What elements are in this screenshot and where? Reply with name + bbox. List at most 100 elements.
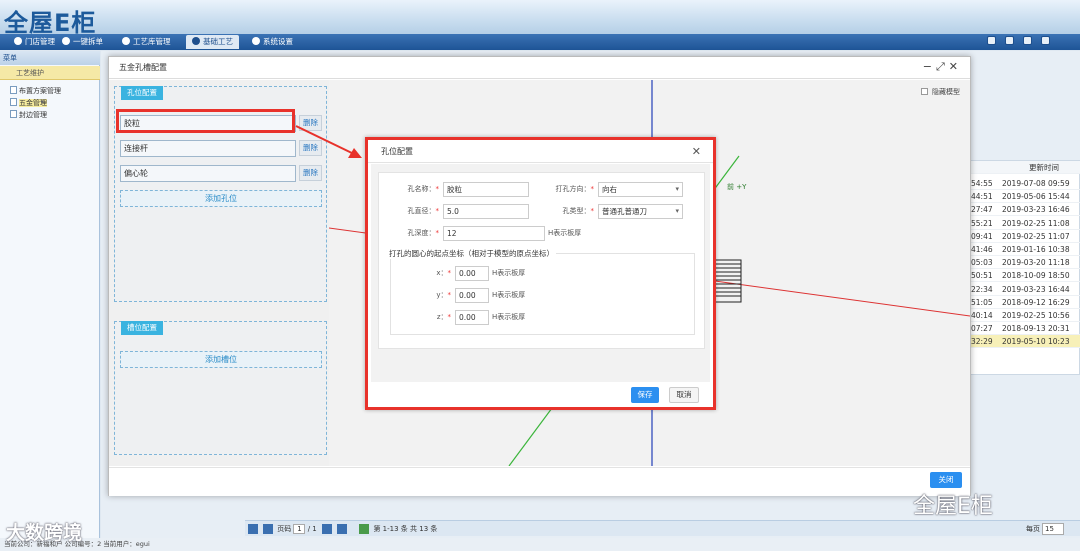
coordinate-group: x：* 0.00 H表示板厚 y：* 0.00 H表示板厚 z：* 0.00 H… <box>390 253 695 335</box>
per-page-select[interactable]: 15 <box>1042 523 1064 535</box>
table-header: 更新时间 <box>969 161 1080 175</box>
y-label: y：* <box>436 291 451 299</box>
lock-icon[interactable] <box>987 36 996 45</box>
sidebar-section[interactable]: 工艺维护 <box>0 66 100 80</box>
diameter-label: 孔直径：* <box>407 207 440 215</box>
dialog-title: 孔位配置 <box>368 140 713 163</box>
home-icon[interactable] <box>1005 36 1014 45</box>
hole-config-tab[interactable]: 孔位配置 <box>121 86 163 100</box>
table-row[interactable]: 22:34 2019-03-23 16:44 <box>969 283 1080 297</box>
table-row[interactable]: 32:29 2019-05-10 10:23 <box>969 335 1080 349</box>
main-nav: 门店管理 一键拆单 工艺库管理 基础工艺 系统设置 <box>0 34 1080 50</box>
table-row[interactable]: 41:46 2019-01-16 10:38 <box>969 243 1080 257</box>
nav-process-library[interactable]: 工艺库管理 <box>116 35 177 49</box>
page-icon <box>10 98 17 106</box>
hole-config-dialog: 孔位配置 ✕ 孔名称：* 胶粒 打孔方向：* 向右 孔直径：* 5.0 孔类型：… <box>365 137 716 410</box>
table-row[interactable]: 09:41 2019-02-25 11:07 <box>969 230 1080 244</box>
nav-basic-process[interactable]: 基础工艺 <box>186 35 239 49</box>
minimize-icon[interactable]: − <box>923 60 936 73</box>
y-hint: H表示板厚 <box>492 291 526 299</box>
x-hint: H表示板厚 <box>492 269 526 277</box>
status-bar: 当前公司：新福和户 公司编号：2 当前用户：egui <box>0 538 1080 551</box>
sidebar: 菜单 工艺维护 布置方案管理 五金管理 封边管理 <box>0 51 100 551</box>
settings-icon <box>252 37 260 45</box>
direction-select[interactable]: 向右 <box>598 182 683 197</box>
table-row[interactable]: 51:05 2018-09-12 16:29 <box>969 296 1080 310</box>
save-button[interactable]: 保存 <box>631 387 659 403</box>
watermark-left: 大数跨境 <box>6 522 83 544</box>
sidebar-item-layout[interactable]: 布置方案管理 <box>10 86 61 96</box>
dialog-title: 五金孔槽配置 <box>109 57 970 79</box>
table-row[interactable]: 54:55 2019-07-08 09:59 <box>969 177 1080 191</box>
table-row[interactable]: 05:03 2019-03-20 11:18 <box>969 256 1080 270</box>
first-page-icon[interactable] <box>248 524 258 534</box>
sidebar-item-hardware[interactable]: 五金管理 <box>10 98 47 108</box>
dialog-footer: 关闭 <box>109 467 970 496</box>
x-coordinate-input[interactable]: 0.00 <box>455 266 489 281</box>
page-icon <box>10 86 17 94</box>
nav-one-click-split[interactable]: 一键拆单 <box>56 35 109 49</box>
annotation-arrow <box>295 125 362 158</box>
pagination: 页码 1 / 1 第 1-13 条 共 13 条 每页 15 <box>245 520 1080 536</box>
table-row[interactable]: 27:47 2019-03-23 16:46 <box>969 203 1080 217</box>
coordinate-group-title: 打孔的圆心的起点坐标（相对于模型的原点坐标） <box>387 248 556 259</box>
checkbox-icon <box>921 88 928 95</box>
x-label: x：* <box>436 269 451 277</box>
header-tools <box>978 36 1050 48</box>
page-summary: 第 1-13 条 共 13 条 <box>373 525 438 533</box>
table-row[interactable]: 44:51 2019-05-06 15:44 <box>969 190 1080 204</box>
table-row[interactable]: 40:14 2019-02-25 10:56 <box>969 309 1080 323</box>
store-icon <box>14 37 22 45</box>
hole-item-eccentric[interactable]: 偏心轮 <box>120 165 296 182</box>
highlight-box <box>116 109 295 133</box>
prev-page-icon[interactable] <box>263 524 273 534</box>
slot-config-tab[interactable]: 槽位配置 <box>121 321 163 335</box>
dialog-footer: 保存 取消 <box>368 383 713 407</box>
delete-hole-button[interactable]: 删除 <box>299 165 322 181</box>
watermark-right: 全屋E柜 <box>913 494 993 519</box>
nav-store-management[interactable]: 门店管理 <box>8 35 61 49</box>
hole-diameter-input[interactable]: 5.0 <box>443 204 529 219</box>
hole-depth-input[interactable]: 12 <box>443 226 545 241</box>
nav-system-settings[interactable]: 系统设置 <box>246 35 299 49</box>
type-label: 孔类型：* <box>562 207 595 215</box>
next-page-icon[interactable] <box>321 524 332 534</box>
hole-form: 孔名称：* 胶粒 打孔方向：* 向右 孔直径：* 5.0 孔类型：* 普通孔普通… <box>378 172 705 349</box>
dialog-controls: −⤢✕ <box>923 60 962 74</box>
page-icon <box>10 110 17 118</box>
add-slot-button[interactable]: 添加槽位 <box>120 351 322 368</box>
table-row[interactable]: 55:21 2019-02-25 11:08 <box>969 217 1080 231</box>
table-row[interactable]: 07:27 2018-09-13 20:31 <box>969 322 1080 336</box>
close-button[interactable]: 关闭 <box>930 472 962 488</box>
hide-model-checkbox[interactable]: 隐藏模型 <box>921 87 960 97</box>
slot-config-panel: 槽位配置 添加槽位 <box>114 321 327 455</box>
z-coordinate-input[interactable]: 0.00 <box>455 310 489 325</box>
direction-label: 打孔方向：* <box>555 185 595 193</box>
cancel-button[interactable]: 取消 <box>669 387 699 403</box>
page-label: 页码 <box>277 525 292 533</box>
y-coordinate-input[interactable]: 0.00 <box>455 288 489 303</box>
last-page-icon[interactable] <box>336 524 347 534</box>
depth-label: 孔深度：* <box>407 229 440 237</box>
logout-icon[interactable] <box>1041 36 1050 45</box>
sidebar-item-edge[interactable]: 封边管理 <box>10 110 47 120</box>
page-input[interactable]: 1 <box>293 524 306 534</box>
total-pages: / 1 <box>307 525 317 533</box>
dialog-body: 孔名称：* 胶粒 打孔方向：* 向右 孔直径：* 5.0 孔类型：* 普通孔普通… <box>371 164 710 382</box>
z-label: z：* <box>436 313 451 321</box>
refresh-icon[interactable] <box>359 524 370 534</box>
gear-icon[interactable] <box>1023 36 1032 45</box>
wrench-icon <box>122 37 130 45</box>
add-hole-button[interactable]: 添加孔位 <box>120 190 322 207</box>
data-table: 更新时间 54:55 2019-07-08 09:59 44:51 2019-05-… <box>968 160 1080 375</box>
maximize-icon[interactable]: ⤢ <box>936 60 949 73</box>
app-header: 全屋E柜 <box>0 0 1080 37</box>
app-logo: 全屋E柜 <box>4 9 97 37</box>
hole-type-select[interactable]: 普通孔普通刀 <box>598 204 683 219</box>
table-row[interactable]: 50:51 2018-10-09 18:50 <box>969 269 1080 283</box>
gear-icon <box>192 37 200 45</box>
hole-item-connector[interactable]: 连接杆 <box>120 140 296 157</box>
hole-name-input[interactable]: 胶粒 <box>443 182 529 197</box>
close-icon[interactable]: ✕ <box>692 145 701 158</box>
close-icon[interactable]: ✕ <box>949 60 962 73</box>
